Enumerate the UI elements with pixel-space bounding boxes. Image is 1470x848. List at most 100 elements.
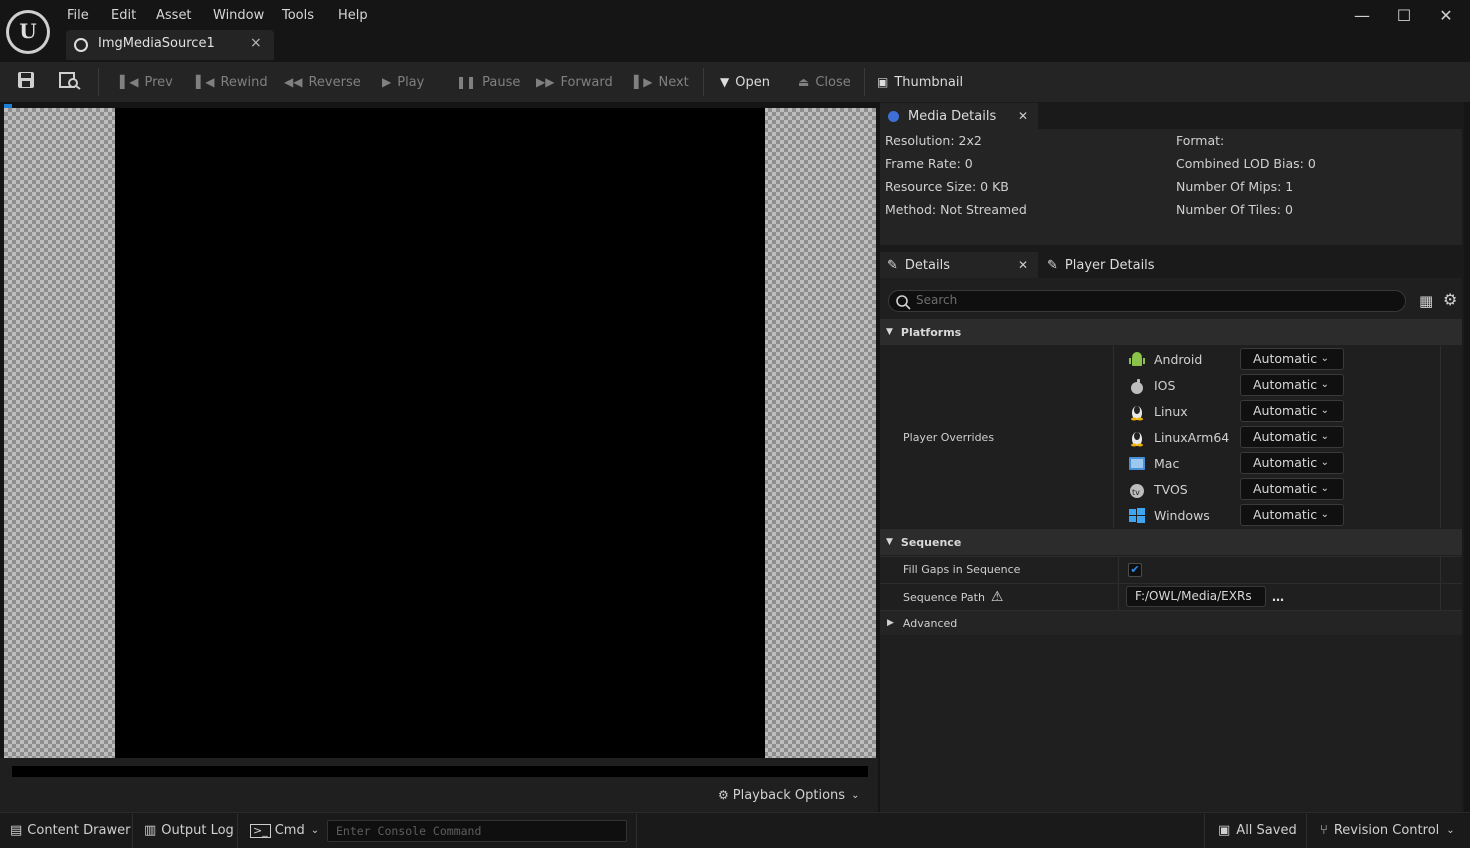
- browse-button[interactable]: [59, 70, 81, 90]
- all-saved-label: All Saved: [1236, 823, 1297, 838]
- content-drawer-label: Content Drawer: [27, 823, 131, 838]
- unreal-logo-icon[interactable]: U: [6, 10, 50, 54]
- media-details-body: Resolution: 2x2 Frame Rate: 0 Resource S…: [880, 129, 1462, 245]
- pencil-icon: ✎: [1047, 257, 1058, 273]
- checkmark-icon: ✔: [1130, 563, 1140, 576]
- md-resolution: Resolution: 2x2: [885, 133, 982, 148]
- tab-player-details[interactable]: ✎ Player Details: [1040, 252, 1200, 278]
- statusbar-divider: [636, 814, 637, 848]
- prev-label: Prev: [144, 75, 173, 90]
- platform-name: TVOS: [1154, 482, 1188, 497]
- close-icon[interactable]: ✕: [1018, 109, 1028, 123]
- player-details-tab-label: Player Details: [1064, 257, 1155, 273]
- close-icon[interactable]: ✕: [1018, 258, 1028, 272]
- details-tab-label: Details: [904, 257, 950, 273]
- output-log-icon: ▥: [144, 823, 157, 838]
- advanced-category-label: Advanced: [902, 616, 958, 630]
- document-tab[interactable]: ImgMediaSource1 ×: [66, 30, 274, 60]
- svg-text:tv: tv: [1132, 488, 1140, 497]
- player-override-dropdown[interactable]: Automatic ⌄: [1240, 504, 1344, 526]
- content-drawer-button[interactable]: ▤ Content Drawer: [10, 820, 130, 842]
- player-overrides-label: Player Overrides: [903, 431, 995, 444]
- platforms-category[interactable]: ▼ Platforms: [880, 319, 1462, 345]
- prev-icon: ▌◀: [120, 75, 139, 89]
- player-override-dropdown[interactable]: Automatic ⌄: [1240, 400, 1344, 422]
- advanced-category[interactable]: ▶ Advanced: [880, 611, 1462, 635]
- player-override-dropdown[interactable]: Automatic ⌄: [1240, 348, 1344, 370]
- reverse-button[interactable]: ◀◀ Reverse: [284, 70, 361, 94]
- media-viewport[interactable]: [4, 108, 876, 758]
- prev-button[interactable]: ▌◀ Prev: [120, 70, 173, 94]
- browse-path-button[interactable]: …: [1272, 590, 1284, 604]
- next-label: Next: [658, 75, 689, 90]
- window-close-button[interactable]: ✕: [1425, 4, 1467, 28]
- tab-close-icon[interactable]: ×: [250, 35, 262, 51]
- tab-media-details[interactable]: Media Details ✕: [880, 103, 1038, 129]
- output-log-button[interactable]: ▥ Output Log: [144, 820, 234, 842]
- dropdown-value: Automatic: [1253, 455, 1318, 470]
- menu-tools[interactable]: Tools: [282, 6, 314, 26]
- pause-button[interactable]: ❚❚ Pause: [456, 70, 520, 94]
- maximize-button[interactable]: ☐: [1383, 4, 1425, 28]
- revision-control-button[interactable]: ⑂ Revision Control ⌄: [1320, 820, 1455, 842]
- table-view-icon[interactable]: ▦: [1419, 292, 1433, 310]
- media-frame: [115, 108, 765, 758]
- all-saved-button[interactable]: ▣ All Saved: [1218, 820, 1297, 842]
- save-icon: [18, 72, 34, 88]
- document-tab-label: ImgMediaSource1: [98, 36, 215, 51]
- row-divider: [880, 556, 1462, 557]
- minimize-button[interactable]: —: [1341, 4, 1383, 28]
- statusbar-divider: [1204, 814, 1205, 848]
- row-divider: [880, 583, 1462, 584]
- thumbnail-label: Thumbnail: [894, 75, 964, 90]
- gear-icon: ⚙: [718, 788, 729, 802]
- platform-row-tvos: tv TVOS Automatic ⌄: [1120, 477, 1440, 503]
- forward-button[interactable]: ▶▶ Forward: [536, 70, 613, 94]
- menu-file[interactable]: File: [67, 6, 89, 26]
- playback-options-button[interactable]: ⚙ Playback Options ⌄: [718, 785, 859, 805]
- next-button[interactable]: ▌▶ Next: [634, 70, 689, 94]
- cmd-dropdown[interactable]: >_ Cmd ⌄: [250, 820, 319, 842]
- chevron-down-icon: ⌄: [1320, 379, 1329, 390]
- dropdown-value: Automatic: [1253, 507, 1318, 522]
- expanded-arrow-icon: ▼: [886, 327, 893, 337]
- rewind-button[interactable]: ▌◀ Rewind: [196, 70, 268, 94]
- toolbar-divider: [864, 68, 865, 96]
- sequence-path-field[interactable]: F:/OWL/Media/EXRs: [1126, 586, 1266, 607]
- pause-icon: ❚❚: [456, 75, 477, 89]
- md-resource-size: Resource Size: 0 KB: [885, 179, 1009, 194]
- tab-details[interactable]: ✎ Details ✕: [880, 252, 1038, 278]
- play-button[interactable]: ▶ Play: [382, 70, 424, 94]
- settings-gear-icon[interactable]: ⚙: [1443, 290, 1457, 309]
- md-lod-bias: Combined LOD Bias: 0: [1176, 156, 1316, 171]
- toolbar-divider: [98, 68, 99, 96]
- player-override-dropdown[interactable]: Automatic ⌄: [1240, 452, 1344, 474]
- player-override-dropdown[interactable]: Automatic ⌄: [1240, 374, 1344, 396]
- output-log-label: Output Log: [161, 823, 234, 838]
- thumbnail-button[interactable]: ▣ Thumbnail: [877, 70, 963, 94]
- menu-help[interactable]: Help: [338, 6, 368, 26]
- player-override-dropdown[interactable]: Automatic ⌄: [1240, 426, 1344, 448]
- browse-folder-icon: [59, 72, 81, 90]
- reverse-label: Reverse: [308, 75, 361, 90]
- chevron-down-icon: ⌄: [1320, 431, 1329, 442]
- pause-label: Pause: [482, 75, 521, 90]
- menu-edit[interactable]: Edit: [111, 6, 136, 26]
- menu-asset[interactable]: Asset: [156, 6, 192, 26]
- open-button[interactable]: ▼ Open: [720, 70, 770, 94]
- sequence-category[interactable]: ▼ Sequence: [880, 529, 1462, 555]
- scrubber-bar[interactable]: [12, 766, 868, 777]
- forward-label: Forward: [560, 75, 613, 90]
- search-input[interactable]: [888, 290, 1406, 312]
- fill-gaps-checkbox[interactable]: ✔: [1128, 563, 1142, 577]
- media-source-icon: [74, 38, 88, 52]
- search-icon: [896, 295, 911, 310]
- save-button[interactable]: [16, 70, 36, 90]
- player-override-dropdown[interactable]: Automatic ⌄: [1240, 478, 1344, 500]
- console-input[interactable]: Enter Console Command: [327, 820, 627, 842]
- md-format: Format:: [1176, 133, 1225, 148]
- reverse-icon: ◀◀: [284, 75, 303, 89]
- terminal-icon: >_: [250, 824, 271, 838]
- close-media-button[interactable]: ⏏ Close: [798, 70, 851, 94]
- menu-window[interactable]: Window: [213, 6, 264, 26]
